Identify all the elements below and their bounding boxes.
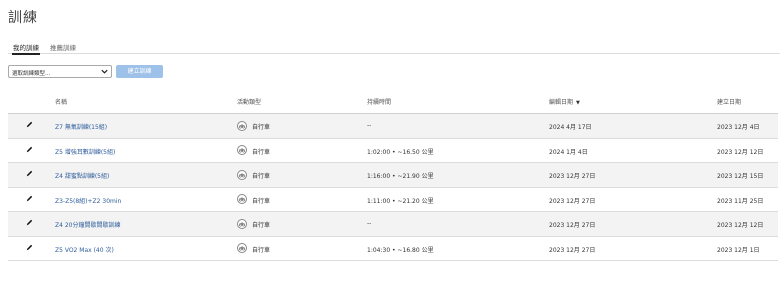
edited-date: 2023 12月 27日 [549, 222, 596, 229]
duration: 1:16:00 • ~21.90 公里 [367, 173, 434, 180]
header-edited-date-label: 編輯日期 [549, 99, 574, 106]
table-header: 名稱 活動類型 持續時間 編輯日期 ▼ 建立日期 [8, 94, 778, 114]
pencil-icon[interactable] [25, 120, 34, 129]
bicycle-icon [237, 169, 247, 180]
edited-date: 2023 12月 27日 [549, 246, 596, 254]
workout-name-link[interactable]: Z4 20分鐘間歇間歇訓練 [55, 220, 120, 229]
workout-name-link[interactable]: Z5 增強耳數訓練(5組) [55, 147, 115, 156]
activity-type: 自行車 [252, 173, 271, 180]
duration: 1:04:30 • ~16.80 公里 [367, 246, 434, 254]
edited-date: 2024 4月 17日 [549, 124, 592, 131]
activity-type: 自行車 [252, 222, 271, 229]
edited-date: 2023 12月 27日 [549, 197, 596, 205]
edited-date: 2023 12月 27日 [549, 173, 596, 180]
bicycle-icon [237, 218, 247, 229]
bicycle-icon [237, 145, 247, 155]
created-date: 2023 12月 12日 [717, 222, 764, 229]
bicycle-icon [237, 120, 247, 131]
pencil-icon[interactable] [25, 194, 34, 203]
header-activity-type[interactable]: 活動類型 [237, 97, 261, 106]
table-row: Z7 無氧訓練(15組) 自行車 -- 2024 4月 17日 2023 12月… [8, 114, 778, 139]
create-workout-button[interactable]: 建立訓練 [116, 65, 163, 78]
duration: 1:11:00 • ~21.20 公里 [367, 197, 434, 205]
page-title: 訓練 [8, 10, 38, 26]
activity-type: 自行車 [252, 124, 271, 131]
workout-type-select-value: 選取訓練類型... [12, 71, 51, 77]
created-date: 2023 12月 1日 [717, 246, 760, 254]
pencil-icon[interactable] [25, 169, 34, 178]
workout-name-link[interactable]: Z5 VO2 Max (40 次) [55, 245, 114, 254]
edited-date: 2024 1月 4日 [549, 148, 588, 156]
workout-type-select[interactable]: 選取訓練類型... [8, 65, 112, 78]
table-row: Z5 VO2 Max (40 次) 自行車 1:04:30 • ~16.80 公… [8, 237, 778, 261]
header-duration[interactable]: 持續時間 [367, 97, 391, 106]
duration: -- [367, 220, 372, 227]
created-date: 2023 12月 15日 [717, 173, 764, 180]
tab-bar: 我的訓練 推薦訓練 [8, 40, 780, 55]
bicycle-icon [237, 194, 247, 204]
workout-name-link[interactable]: Z7 無氧訓練(15組) [55, 122, 107, 131]
table-row: Z4 20分鐘間歇間歇訓練 自行車 -- 2023 12月 27日 2023 1… [8, 212, 778, 237]
activity-type: 自行車 [252, 246, 271, 254]
table-row: Z4 甜蜜點訓練(5組) 自行車 1:16:00 • ~21.90 公里 202… [8, 163, 778, 188]
activity-type: 自行車 [252, 148, 271, 156]
pencil-icon[interactable] [25, 145, 34, 154]
table-row: Z3-Z5(8組)+Z2 30min 自行車 1:11:00 • ~21.20 … [8, 188, 778, 212]
pencil-icon[interactable] [25, 218, 34, 227]
workout-name-link[interactable]: Z4 甜蜜點訓練(5組) [55, 171, 109, 180]
sort-descending-icon: ▼ [576, 100, 580, 106]
created-date: 2023 12月 4日 [717, 124, 760, 131]
duration: -- [367, 122, 372, 129]
tab-my-workouts[interactable]: 我的訓練 [12, 42, 40, 55]
workout-name-link[interactable]: Z3-Z5(8組)+Z2 30min [55, 196, 121, 205]
tab-recommended-workouts[interactable]: 推薦訓練 [50, 42, 76, 52]
chevron-down-icon [101, 69, 108, 74]
created-date: 2023 12月 12日 [717, 148, 764, 156]
header-name[interactable]: 名稱 [55, 97, 67, 106]
pencil-icon[interactable] [25, 243, 34, 252]
table-row: Z5 增強耳數訓練(5組) 自行車 1:02:00 • ~16.50 公里 20… [8, 139, 778, 163]
duration: 1:02:00 • ~16.50 公里 [367, 148, 434, 156]
header-edited-date[interactable]: 編輯日期 ▼ [549, 97, 580, 106]
bicycle-icon [237, 243, 247, 253]
created-date: 2023 11月 25日 [717, 197, 764, 205]
workouts-table: 名稱 活動類型 持續時間 編輯日期 ▼ 建立日期 Z7 無氧訓練(15組) 自行車… [8, 94, 778, 261]
activity-type: 自行車 [252, 197, 271, 205]
header-created-date[interactable]: 建立日期 [717, 97, 741, 106]
